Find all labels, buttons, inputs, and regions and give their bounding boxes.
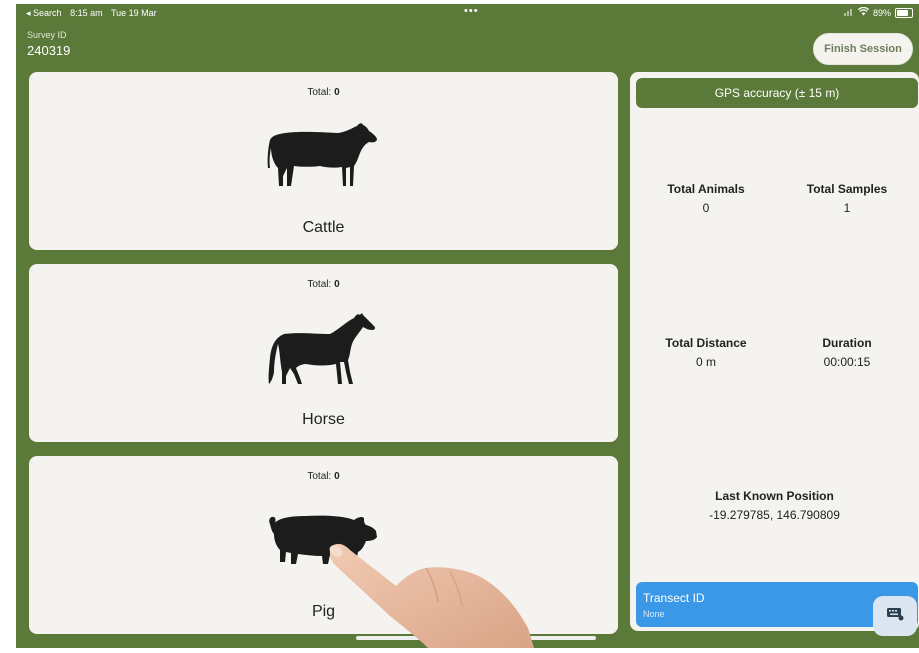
signal-icon [843,8,854,18]
cattle-card[interactable]: Total: 0 Cattle [29,72,618,250]
transect-id-label: Transect ID [643,591,705,605]
total-animals-value: 0 [702,201,710,215]
cattle-total-label: Total: [307,87,332,98]
wifi-icon [857,6,870,18]
finish-session-button[interactable]: Finish Session [813,33,913,65]
gps-accuracy-banner: GPS accuracy (± 15 m) [636,78,918,108]
total-distance-value: 0 m [695,355,716,369]
back-to-search-link[interactable]: ◂ Search [26,8,62,18]
pig-total-value: 0 [334,471,340,482]
battery-percent: 89% [872,7,891,18]
transect-id-value: None [643,609,665,619]
total-samples-label: Total Samples [806,182,888,196]
cattle-total-value: 0 [334,87,340,98]
cow-icon [266,120,380,200]
total-animals-label: Total Animals [667,182,745,196]
total-distance-stat: Total Distance 0 m [651,336,761,369]
horse-total-label: Total: [307,279,332,290]
cattle-name: Cattle [302,219,345,236]
pig-total-label: Total: [307,471,332,482]
status-left: ◂ Search 8:15 am Tue 19 Mar [26,8,163,19]
survey-id-value: 240319 [27,43,71,58]
horse-total-value: 0 [334,279,340,290]
cattle-total: Total: 0 [29,87,618,98]
last-position-value: -19.279785, 146.790809 [709,508,840,522]
keyboard-button[interactable] [873,596,917,636]
last-known-position: Last Known Position -19.279785, 146.7908… [630,489,919,522]
status-time: 8:15 am [70,8,103,18]
total-samples-stat: Total Samples 1 [792,182,902,215]
total-distance-label: Total Distance [665,336,747,350]
duration-value: 00:00:15 [823,355,871,369]
horse-total: Total: 0 [29,279,618,290]
status-right: 89% [843,6,913,18]
multitask-dots[interactable]: ••• [464,5,479,17]
status-date: Tue 19 Mar [110,8,157,18]
duration-stat: Duration 00:00:15 [792,336,902,369]
battery-icon [895,7,913,18]
horse-icon [266,312,380,392]
session-stats-panel: GPS accuracy (± 15 m) Total Animals 0 To… [630,72,919,631]
last-position-label: Last Known Position [715,489,834,503]
total-samples-value: 1 [843,201,851,215]
pig-total: Total: 0 [29,471,618,482]
horse-card[interactable]: Total: 0 Horse [29,264,618,442]
status-bar: ◂ Search 8:15 am Tue 19 Mar ••• 89% [16,4,919,22]
total-animals-stat: Total Animals 0 [651,182,761,215]
pointing-hand-image [318,538,548,648]
horse-name: Horse [302,411,345,428]
survey-id-label: Survey ID [27,30,67,40]
duration-label: Duration [822,336,872,350]
keyboard-icon [886,607,904,626]
